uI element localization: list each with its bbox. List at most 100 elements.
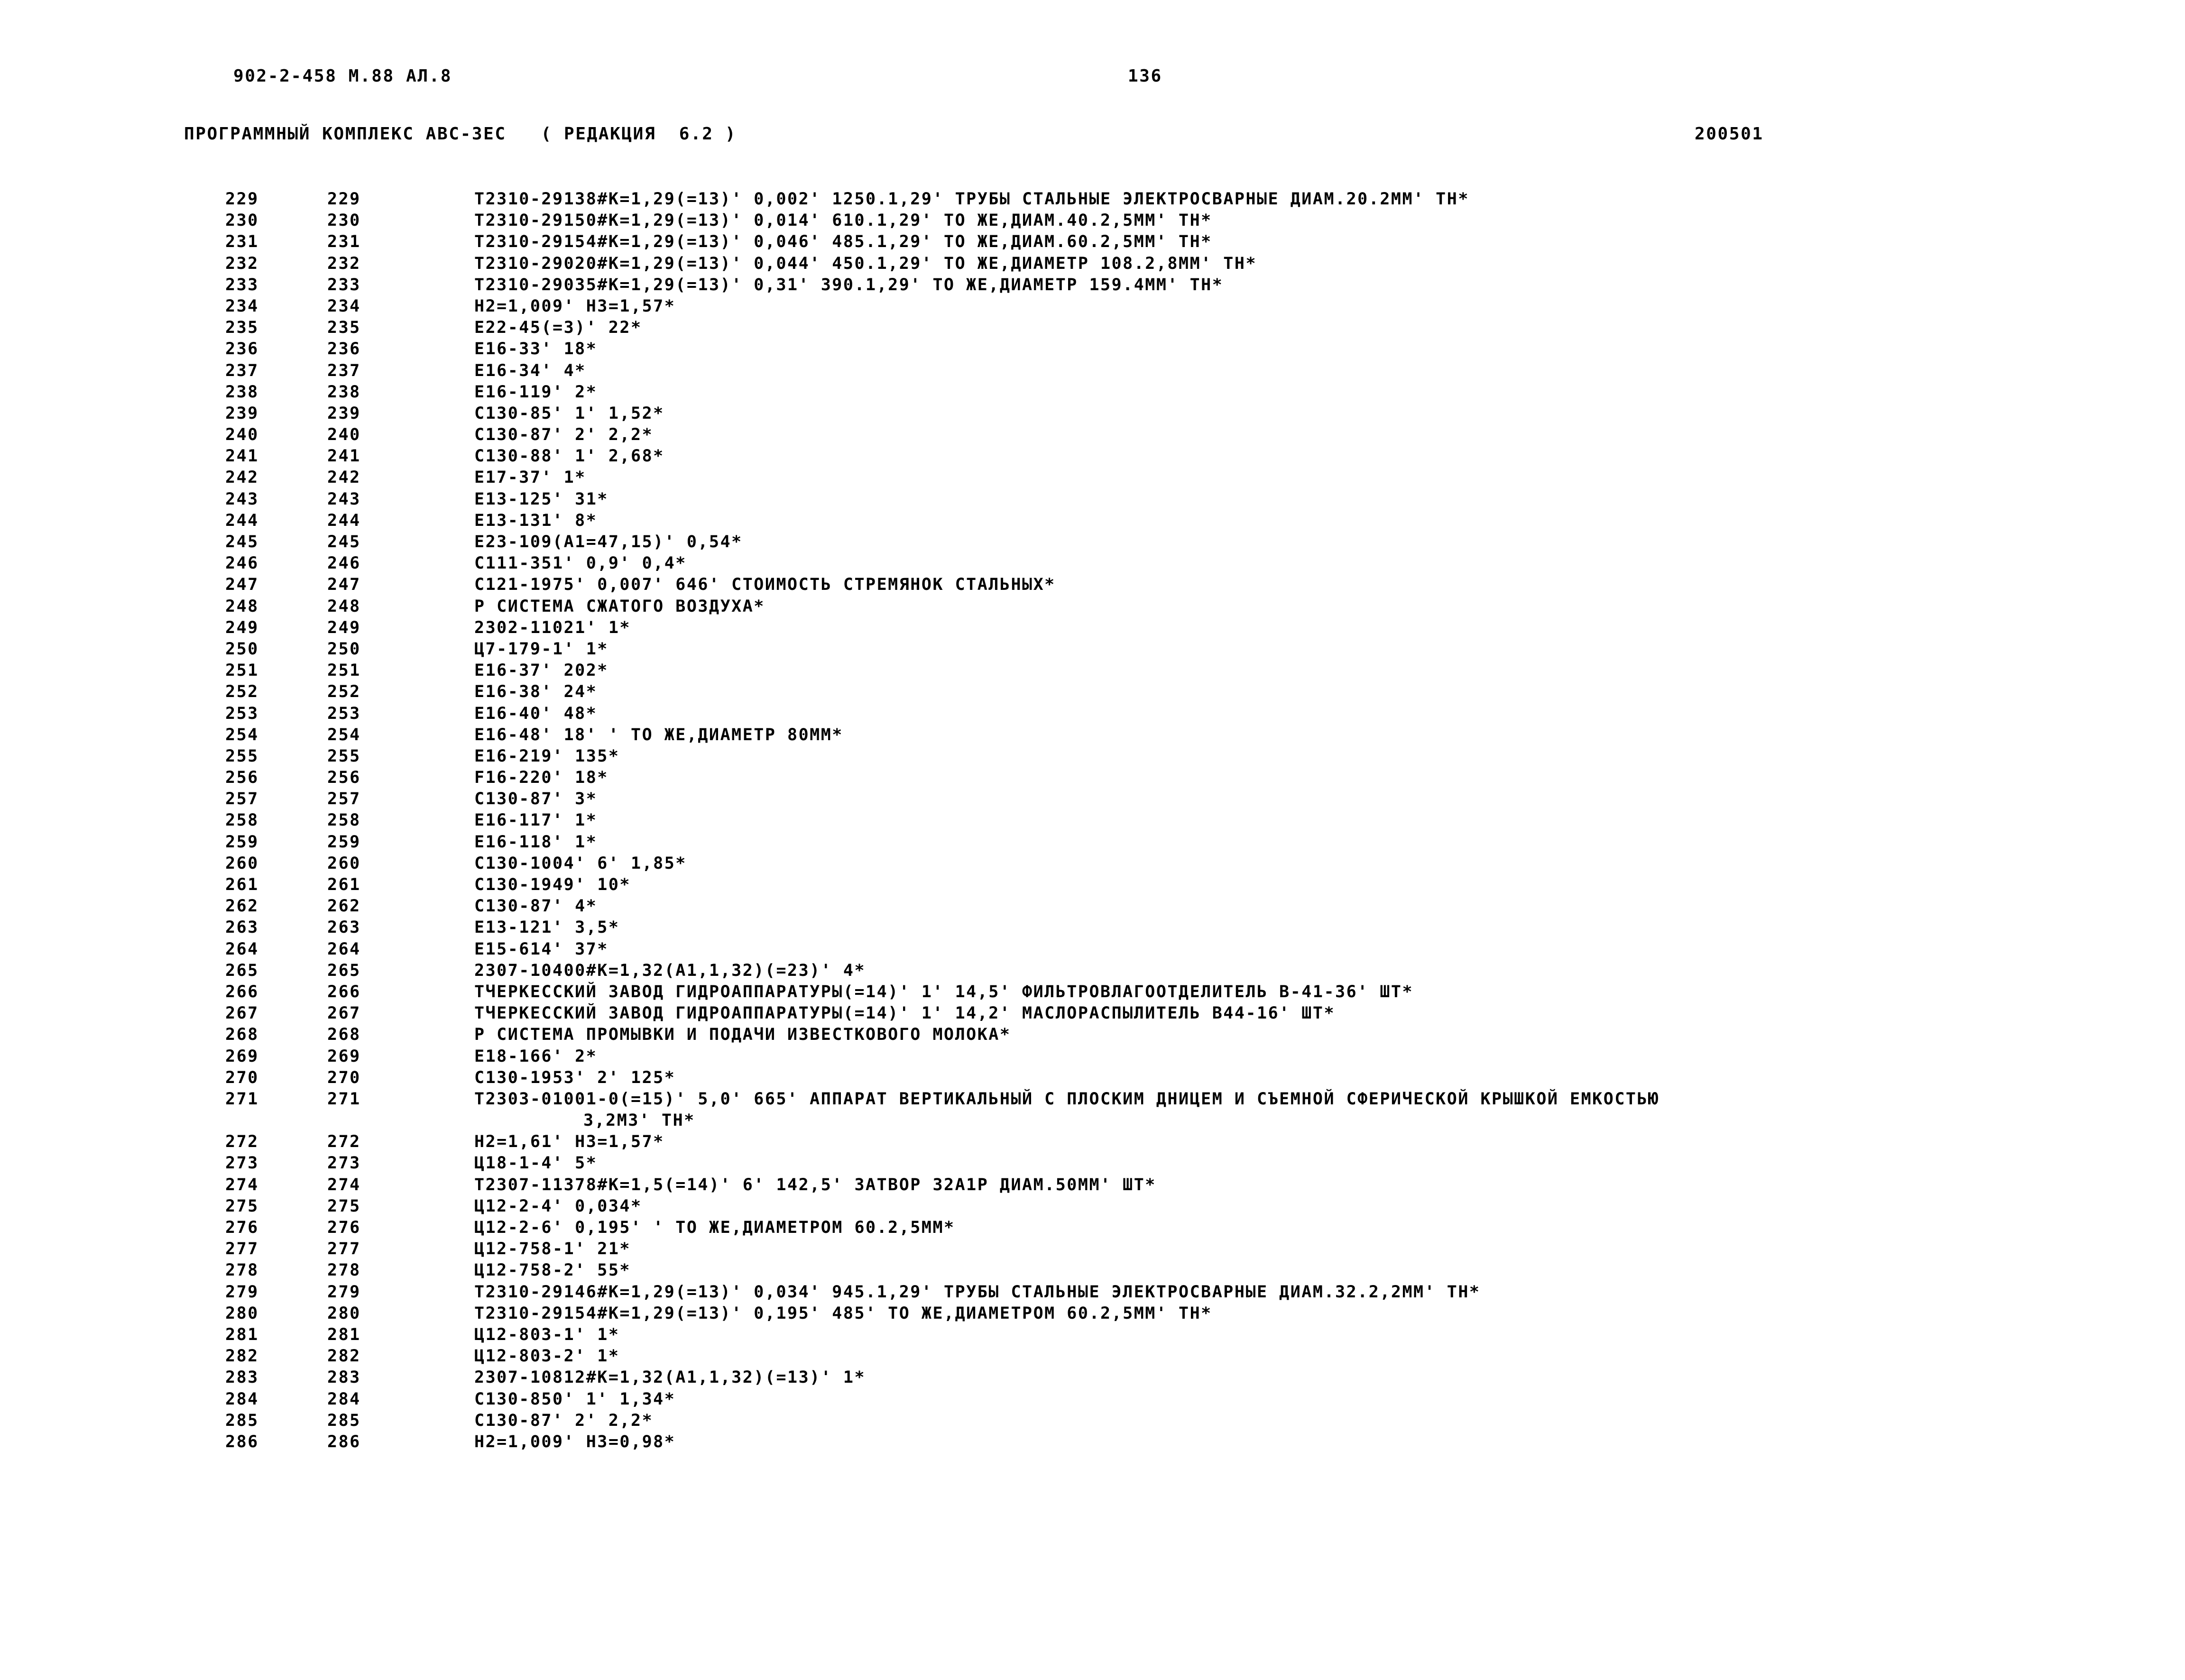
listing-row: 239 239 С130-85' 1' 1,52* xyxy=(0,404,2185,425)
row-line-number: 239 xyxy=(327,404,361,423)
row-content-text: Ц12-2-6' 0,195' ' ТО ЖЕ,ДИАМЕТРОМ 60.2,5… xyxy=(474,1218,955,1237)
page-number: 136 xyxy=(1128,66,1162,86)
row-sequence-number: 239 xyxy=(225,404,259,423)
listing-row: 244 244 Е13-131' 8* xyxy=(0,511,2185,532)
listing-row: 280 280 Т2310-29154#К=1,29(=13)' 0,195' 48… xyxy=(0,1304,2185,1325)
row-content-text: Е16-37' 202* xyxy=(474,661,608,680)
revision-date: 200501 xyxy=(1695,124,1764,144)
listing-row: 266 266 ТЧЕРКЕССКИЙ ЗАВОД ГИДРОАППАРАТУРЫ(… xyxy=(0,982,2185,1004)
row-line-number: 241 xyxy=(327,447,361,466)
listing-row: 235 235 Е22-45(=3)' 22* xyxy=(0,318,2185,340)
row-content-text: 3,2М3' ТН* xyxy=(583,1111,695,1130)
row-line-number: 260 xyxy=(327,854,361,873)
row-content-text: Ц12-803-2' 1* xyxy=(474,1347,620,1366)
row-line-number: 285 xyxy=(327,1411,361,1430)
row-line-number: 279 xyxy=(327,1282,361,1302)
document-page: 902-2-458 М.88 АЛ.8 136 ПРОГРАММНЫЙ КОМП… xyxy=(0,0,2185,1680)
listing-row: 283 283 2307-10812#К=1,32(А1,1,32)(=13)' 1… xyxy=(0,1368,2185,1389)
listing-row: 269 269 Е18-166' 2* xyxy=(0,1047,2185,1068)
row-line-number: 236 xyxy=(327,340,361,359)
row-line-number: 251 xyxy=(327,661,361,680)
row-content-text: Т2310-29150#К=1,29(=13)' 0,014' 610.1,29… xyxy=(474,211,1212,230)
row-content-text: Н2=1,61' Н3=1,57* xyxy=(474,1132,664,1152)
row-sequence-number: 277 xyxy=(225,1239,259,1259)
row-content-text: Е16-219' 135* xyxy=(474,746,620,766)
row-line-number: 271 xyxy=(327,1089,361,1109)
row-content-text: ТЧЕРКЕССКИЙ ЗАВОД ГИДРОАППАРАТУРЫ(=14)' … xyxy=(474,1004,1336,1023)
row-content-text: Е13-125' 31* xyxy=(474,489,608,509)
row-line-number: 257 xyxy=(327,790,361,809)
row-sequence-number: 234 xyxy=(225,296,259,316)
row-line-number: 248 xyxy=(327,597,361,616)
row-line-number: 263 xyxy=(327,918,361,937)
listing-row: 260 260 С130-1004' 6' 1,85* xyxy=(0,854,2185,875)
listing-body: 229 229 Т2310-29138#К=1,29(=13)' 0,002' 12… xyxy=(0,190,2185,1454)
row-sequence-number: 278 xyxy=(225,1261,259,1280)
listing-row: 238 238 Е16-119' 2* xyxy=(0,383,2185,404)
listing-row: 233 233 Т2310-29035#К=1,29(=13)' 0,31' 390… xyxy=(0,275,2185,297)
row-sequence-number: 242 xyxy=(225,468,259,487)
row-sequence-number: 258 xyxy=(225,811,259,830)
listing-row: 267 267 ТЧЕРКЕССКИЙ ЗАВОД ГИДРОАППАРАТУРЫ(… xyxy=(0,1004,2185,1025)
listing-row: 277 277 Ц12-758-1' 21* xyxy=(0,1239,2185,1261)
listing-row: 279 279 Т2310-29146#К=1,29(=13)' 0,034' 94… xyxy=(0,1283,2185,1304)
row-line-number: 238 xyxy=(327,382,361,402)
row-content-text: Ц12-758-1' 21* xyxy=(474,1239,631,1259)
row-line-number: 259 xyxy=(327,832,361,852)
row-sequence-number: 269 xyxy=(225,1047,259,1066)
listing-row: 270 270 С130-1953' 2' 125* xyxy=(0,1068,2185,1090)
row-line-number: 274 xyxy=(327,1175,361,1194)
listing-row: 261 261 С130-1949' 10* xyxy=(0,875,2185,897)
row-sequence-number: 273 xyxy=(225,1154,259,1173)
row-content-text: С130-87' 4* xyxy=(474,897,598,916)
row-line-number: 268 xyxy=(327,1025,361,1045)
row-content-text: С130-88' 1' 2,68* xyxy=(474,447,664,466)
row-line-number: 276 xyxy=(327,1218,361,1237)
row-content-text: 2307-10400#К=1,32(А1,1,32)(=23)' 4* xyxy=(474,961,866,980)
listing-row: 250 250 Ц7-179-1' 1* xyxy=(0,640,2185,661)
row-sequence-number: 230 xyxy=(225,211,259,230)
row-sequence-number: 251 xyxy=(225,661,259,680)
row-sequence-number: 232 xyxy=(225,254,259,273)
row-content-text: С130-87' 3* xyxy=(474,790,598,809)
listing-row: 286 286 Н2=1,009' Н3=0,98* xyxy=(0,1432,2185,1454)
listing-row: 242 242 Е17-37' 1* xyxy=(0,468,2185,489)
row-sequence-number: 282 xyxy=(225,1347,259,1366)
row-sequence-number: 247 xyxy=(225,575,259,595)
row-content-text: Т2310-29154#К=1,29(=13)' 0,046' 485.1,29… xyxy=(474,232,1212,252)
row-content-text: Е16-34' 4* xyxy=(474,361,586,380)
row-content-text: Е22-45(=3)' 22* xyxy=(474,318,642,338)
row-content-text: Е16-118' 1* xyxy=(474,832,598,852)
row-content-text: Н2=1,009' Н3=0,98* xyxy=(474,1432,676,1451)
listing-row: 253 253 Е16-40' 48* xyxy=(0,704,2185,725)
listing-row-continuation: 3,2М3' ТН* xyxy=(0,1111,2185,1132)
row-content-text: Е13-131' 8* xyxy=(474,511,598,530)
row-content-text: Е16-40' 48* xyxy=(474,704,598,723)
listing-row: 248 248 Р СИСТЕМА СЖАТОГО ВОЗДУХА* xyxy=(0,597,2185,618)
row-content-text: Е16-33' 18* xyxy=(474,340,598,359)
row-line-number: 250 xyxy=(327,639,361,659)
listing-row: 251 251 Е16-37' 202* xyxy=(0,661,2185,682)
row-line-number: 273 xyxy=(327,1154,361,1173)
row-sequence-number: 241 xyxy=(225,447,259,466)
row-content-text: Е16-117' 1* xyxy=(474,811,598,830)
listing-row: 268 268 Р СИСТЕМА ПРОМЫВКИ И ПОДАЧИ ИЗВЕСТ… xyxy=(0,1025,2185,1047)
row-content-text: Е17-37' 1* xyxy=(474,468,586,487)
listing-row: 282 282 Ц12-803-2' 1* xyxy=(0,1347,2185,1368)
listing-row: 232 232 Т2310-29020#К=1,29(=13)' 0,044' 45… xyxy=(0,254,2185,275)
row-line-number: 242 xyxy=(327,468,361,487)
row-line-number: 256 xyxy=(327,768,361,788)
row-sequence-number: 237 xyxy=(225,361,259,380)
row-line-number: 275 xyxy=(327,1196,361,1216)
row-line-number: 272 xyxy=(327,1132,361,1152)
row-line-number: 262 xyxy=(327,897,361,916)
listing-row: 254 254 Е16-48' 18' ' ТО ЖЕ,ДИАМЕТР 80ММ* xyxy=(0,725,2185,747)
row-content-text: Т2310-29138#К=1,29(=13)' 0,002' 1250.1,2… xyxy=(474,190,1469,209)
row-sequence-number: 285 xyxy=(225,1411,259,1430)
row-sequence-number: 283 xyxy=(225,1368,259,1387)
listing-row: 276 276 Ц12-2-6' 0,195' ' ТО ЖЕ,ДИАМЕТРОМ … xyxy=(0,1218,2185,1239)
row-sequence-number: 244 xyxy=(225,511,259,530)
row-content-text: С121-1975' 0,007' 646' СТОИМОСТЬ СТРЕМЯН… xyxy=(474,575,1056,595)
row-content-text: 2307-10812#К=1,32(А1,1,32)(=13)' 1* xyxy=(474,1368,866,1387)
listing-row: 256 256 F16-220' 18* xyxy=(0,768,2185,790)
